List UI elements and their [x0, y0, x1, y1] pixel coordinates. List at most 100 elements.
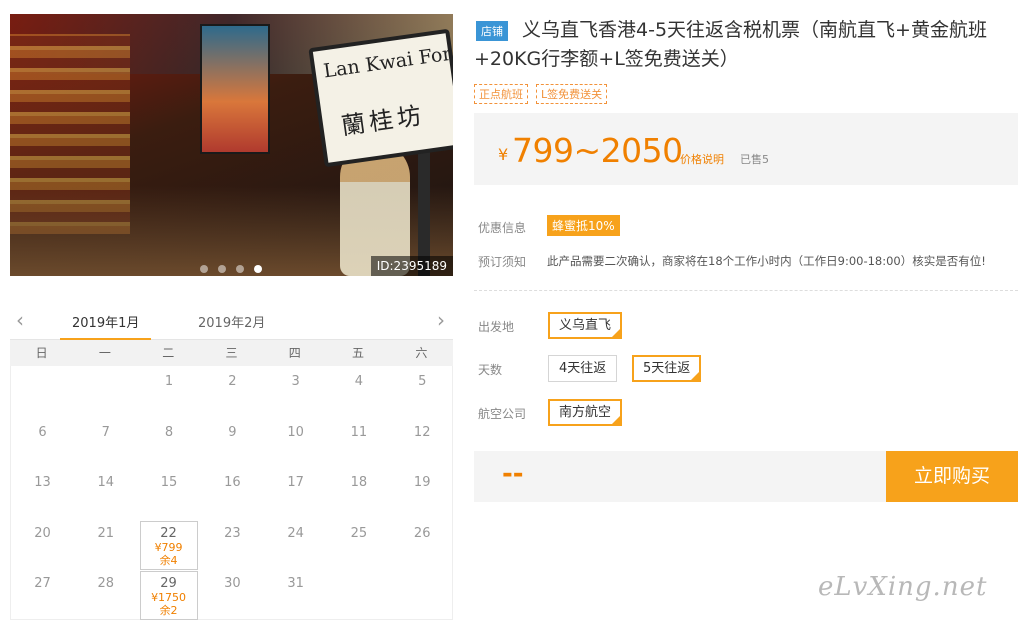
weekday-label: 六	[415, 346, 428, 360]
calendar-day-number: 12	[413, 424, 431, 440]
buy-now-button[interactable]: 立即购买	[886, 451, 1018, 502]
calendar-day-number: 25	[350, 525, 368, 541]
calendar-day: 25	[327, 518, 390, 568]
calendar-day-number: 14	[97, 475, 115, 490]
calendar-day-number: 18	[350, 475, 368, 490]
option-label-origin: 出发地	[478, 320, 515, 334]
calendar-day-number: 22	[160, 525, 177, 541]
calendar-grid: 1 2 3 4 5 6 7 8 9 10 11 12 13 14 15 16 17 18 19 20 21 22 ¥799 余…	[10, 366, 453, 620]
divider	[474, 290, 1018, 291]
calendar-day: 30	[201, 568, 264, 618]
product-title: 义乌直飞香港4-5天往返含税机票（南航直飞+黄金航班+20KG行李额+L签免费送…	[474, 19, 987, 70]
calendar-day-number: 2	[228, 374, 237, 389]
calendar-day-number: 26	[413, 525, 431, 541]
street-sign-zh: 蘭桂坊	[339, 101, 427, 141]
feature-tags: 正点航班 L签免费送关	[474, 84, 608, 104]
calendar-day-number: 8	[164, 424, 174, 440]
calendar-day: 21	[74, 518, 137, 568]
calendar-day: 24	[264, 518, 327, 568]
street-sign: Lan Kwai Fong 蘭桂坊	[308, 28, 453, 168]
calendar-day-number: 27	[34, 576, 51, 591]
notice-text: 此产品需要二次确认，商家将在18个工作小时内（工作日9:00-18:00）核实是…	[547, 254, 986, 268]
calendar-day: 20	[11, 518, 74, 568]
calendar-day-number: 30	[224, 576, 241, 591]
calendar-day: 9	[201, 417, 264, 467]
calendar-day: 8	[138, 417, 201, 467]
calendar-day-number: 3	[291, 374, 300, 389]
calendar-month-tab-feb[interactable]: 2019年2月	[198, 312, 265, 331]
calendar-weekday-header: 日一二三四五六	[10, 340, 453, 366]
option-label-days: 天数	[478, 363, 503, 377]
calendar-day: 7	[74, 417, 137, 467]
option-label-airline: 航空公司	[478, 407, 527, 421]
calendar-day: 3	[264, 366, 327, 416]
calendar-day-number: 16	[224, 475, 241, 490]
weekday-label: 五	[352, 346, 365, 360]
chevron-right-icon[interactable]: ›	[437, 308, 445, 332]
carousel-dot[interactable]	[254, 265, 262, 273]
calendar-day-number: 11	[350, 424, 368, 440]
calendar-day-number: 6	[38, 424, 47, 440]
calendar-day: 15	[138, 467, 201, 517]
calendar-day-number: 7	[101, 424, 110, 440]
purchase-bar: -- 立即购买	[474, 451, 1018, 502]
notice-label: 预订须知	[478, 255, 527, 269]
price-box: ¥ 799~2050 价格说明 已售5	[474, 113, 1018, 185]
feature-tag: 正点航班	[474, 84, 528, 104]
feature-tag: L签免费送关	[536, 84, 608, 104]
chevron-left-icon[interactable]: ‹	[16, 308, 24, 332]
calendar-day-available[interactable]: 22 ¥799 余4	[139, 520, 198, 570]
option-airline-csair[interactable]: 南方航空	[548, 399, 623, 426]
option-days-4[interactable]: 4天往返	[548, 355, 618, 382]
calendar-day-number: 23	[224, 525, 241, 541]
site-watermark: eLvXing.net	[818, 572, 988, 602]
calendar-day: 13	[11, 467, 74, 517]
calendar-day-number: 24	[287, 525, 304, 541]
calendar-day-remaining: 余2	[159, 604, 178, 617]
quantity-display: --	[502, 459, 524, 489]
calendar-day: 18	[327, 467, 390, 517]
option-origin-yiwu[interactable]: 义乌直飞	[548, 312, 623, 339]
calendar-day: 5	[391, 366, 454, 416]
calendar-day: 2	[201, 366, 264, 416]
calendar-day: 10	[264, 417, 327, 467]
calendar-day-number: 19	[413, 475, 431, 490]
price-range: 799~2050	[512, 131, 683, 170]
price-explain-link[interactable]: 价格说明	[680, 151, 724, 167]
calendar-day-available[interactable]: 29 ¥1750 余2	[139, 571, 198, 620]
calendar-day: 31	[264, 568, 327, 618]
photo-signpost	[418, 134, 430, 276]
weekday-label: 日	[35, 346, 48, 360]
calendar-day-number: 20	[34, 525, 51, 541]
calendar-day-number: 17	[287, 475, 304, 490]
weekday-label: 一	[98, 346, 111, 360]
option-days-5[interactable]: 5天往返	[632, 355, 702, 382]
weekday-label: 三	[225, 346, 238, 360]
calendar-day-price: ¥1750	[151, 591, 187, 604]
promo-label: 优惠信息	[478, 221, 527, 235]
promo-tag: 蜂蜜抵10%	[547, 215, 620, 236]
calendar-day-remaining: 余4	[159, 553, 178, 567]
calendar-day: 6	[11, 417, 74, 467]
price-currency: ¥	[498, 145, 509, 164]
calendar-day: 12	[391, 417, 454, 467]
calendar-month-tab-jan[interactable]: 2019年1月	[59, 312, 152, 341]
calendar-day: 23	[201, 518, 264, 568]
calendar-day-number: 15	[160, 475, 178, 490]
sold-count: 已售5	[740, 153, 769, 166]
weekday-label: 二	[162, 346, 175, 360]
calendar-day-number: 21	[97, 525, 115, 541]
calendar-day-number: 28	[97, 576, 115, 591]
calendar-day: 17	[264, 467, 327, 517]
carousel-dots	[200, 265, 262, 273]
carousel-dot[interactable]	[218, 265, 226, 273]
carousel-dot[interactable]	[200, 265, 208, 273]
calendar-month-nav: ‹ 2019年1月 2019年2月 ›	[10, 300, 453, 341]
photo-poster	[200, 24, 270, 154]
weekday-label: 四	[288, 346, 301, 360]
carousel-dot[interactable]	[236, 265, 244, 273]
calendar-day-number: 5	[418, 374, 427, 389]
product-photo[interactable]: Lan Kwai Fong 蘭桂坊 ID:2395189	[10, 14, 453, 276]
calendar-day-number: 31	[287, 576, 304, 591]
calendar-day-number: 13	[34, 475, 51, 490]
